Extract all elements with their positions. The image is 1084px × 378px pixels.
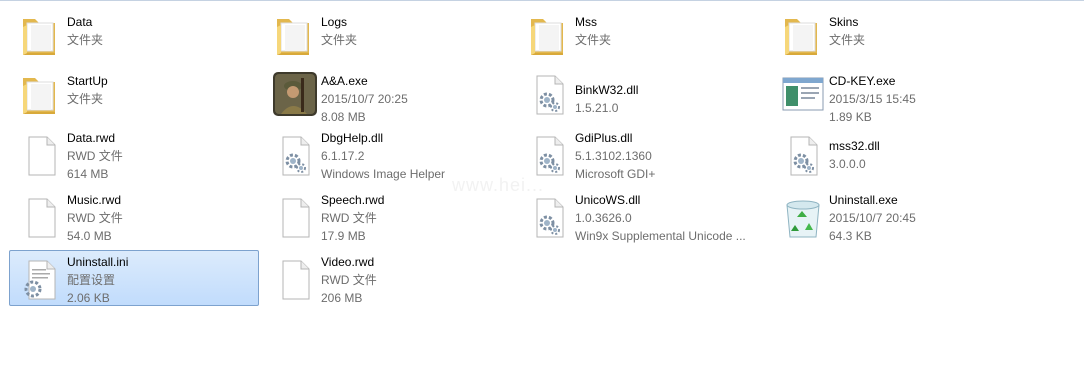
file-name: UnicoWS.dll [575,193,641,207]
file-type: 文件夹 [67,92,104,106]
dll-gear-icon [525,131,573,179]
file-date: 2015/10/7 20:25 [321,92,408,106]
soldier-app-icon [271,70,319,118]
file-version: 1.5.21.0 [575,101,619,115]
file-name: Mss [575,15,597,29]
file-description: Win9x Supplemental Unicode ... [575,229,746,243]
file-size: 64.3 KB [829,229,872,243]
file-item-logs-folder[interactable]: Logs 文件夹 [263,6,513,62]
folder-icon [779,11,827,59]
file-grid: Data 文件夹 Logs 文件夹 Mss 文件夹 Skins 文件夹 Star… [0,0,1084,378]
file-item-uninstall-ini[interactable]: Uninstall.ini 配置设置 2.06 KB [9,250,259,306]
file-type: 文件夹 [575,33,612,47]
file-name: Data.rwd [67,131,116,145]
ini-settings-icon [17,255,65,303]
file-name: Data [67,15,93,29]
file-name: Uninstall.exe [829,193,898,207]
file-name: GdiPlus.dll [575,131,633,145]
file-name: DbgHelp.dll [321,131,384,145]
file-size: 1.89 KB [829,110,872,124]
dll-gear-icon [525,70,573,118]
watermark: www.hei... [452,175,545,195]
file-name: A&A.exe [321,74,368,88]
file-type: RWD 文件 [67,149,123,163]
folder-icon [17,70,65,118]
file-item-data-folder[interactable]: Data 文件夹 [9,6,259,62]
file-item-data-rwd[interactable]: Data.rwd RWD 文件 614 MB [9,126,259,182]
file-type: RWD 文件 [67,211,123,225]
file-version: 6.1.17.2 [321,149,365,163]
file-size: 54.0 MB [67,229,112,243]
file-type: RWD 文件 [321,211,377,225]
file-version: 5.1.3102.1360 [575,149,652,163]
file-date: 2015/10/7 20:45 [829,211,916,225]
file-size: 8.08 MB [321,110,366,124]
file-item-gdiplus-dll[interactable]: GdiPlus.dll 5.1.3102.1360 Microsoft GDI+ [517,126,767,182]
file-name: Music.rwd [67,193,122,207]
file-size: 2.06 KB [67,291,110,305]
file-item-speech-rwd[interactable]: Speech.rwd RWD 文件 17.9 MB [263,188,513,244]
file-item-dbghelp-dll[interactable]: DbgHelp.dll 6.1.17.2 Windows Image Helpe… [263,126,513,182]
file-item-music-rwd[interactable]: Music.rwd RWD 文件 54.0 MB [9,188,259,244]
file-name: mss32.dll [829,139,880,153]
dll-gear-icon [525,193,573,241]
file-size: 614 MB [67,167,109,181]
folder-icon [17,11,65,59]
file-name: StartUp [67,74,108,88]
blank-file-icon [271,255,319,303]
recycle-bin-icon [779,193,827,241]
file-item-skins-folder[interactable]: Skins 文件夹 [771,6,1021,62]
file-size: 17.9 MB [321,229,366,243]
file-item-aa-exe[interactable]: A&A.exe 2015/10/7 20:25 8.08 MB [263,65,513,124]
file-type: RWD 文件 [321,273,377,287]
file-name: Skins [829,15,859,29]
file-name: Video.rwd [321,255,375,269]
file-item-video-rwd[interactable]: Video.rwd RWD 文件 206 MB [263,250,513,306]
file-item-binkw32-dll[interactable]: BinkW32.dll 1.5.21.0 [517,65,767,121]
dll-gear-icon [779,131,827,179]
file-item-uninstall-exe[interactable]: Uninstall.exe 2015/10/7 20:45 64.3 KB [771,188,1021,244]
file-item-startup-folder[interactable]: StartUp 文件夹 [9,65,259,121]
file-item-mss-folder[interactable]: Mss 文件夹 [517,6,767,62]
blank-file-icon [271,193,319,241]
file-name: CD-KEY.exe [829,74,896,88]
file-name: BinkW32.dll [575,83,639,97]
blank-file-icon [17,193,65,241]
file-date: 2015/3/15 15:45 [829,92,916,106]
file-item-unicows-dll[interactable]: UnicoWS.dll 1.0.3626.0 Win9x Supplementa… [517,188,767,244]
file-version: 1.0.3626.0 [575,211,632,225]
file-name: Logs [321,15,348,29]
file-type: 文件夹 [829,33,866,47]
file-item-mss32-dll[interactable]: mss32.dll 3.0.0.0 [771,126,1021,182]
folder-icon [271,11,319,59]
file-item-cdkey-exe[interactable]: CD-KEY.exe 2015/3/15 15:45 1.89 KB [771,65,1021,124]
folder-icon [525,11,573,59]
file-type: 文件夹 [67,33,104,47]
file-name: Uninstall.ini [67,255,129,269]
file-size: 206 MB [321,291,363,305]
dll-gear-icon [271,131,319,179]
blank-file-icon [17,131,65,179]
file-type: 文件夹 [321,33,358,47]
window-app-icon [779,70,827,118]
file-description: Microsoft GDI+ [575,167,656,181]
file-version: 3.0.0.0 [829,157,866,171]
file-type: 配置设置 [67,273,116,287]
